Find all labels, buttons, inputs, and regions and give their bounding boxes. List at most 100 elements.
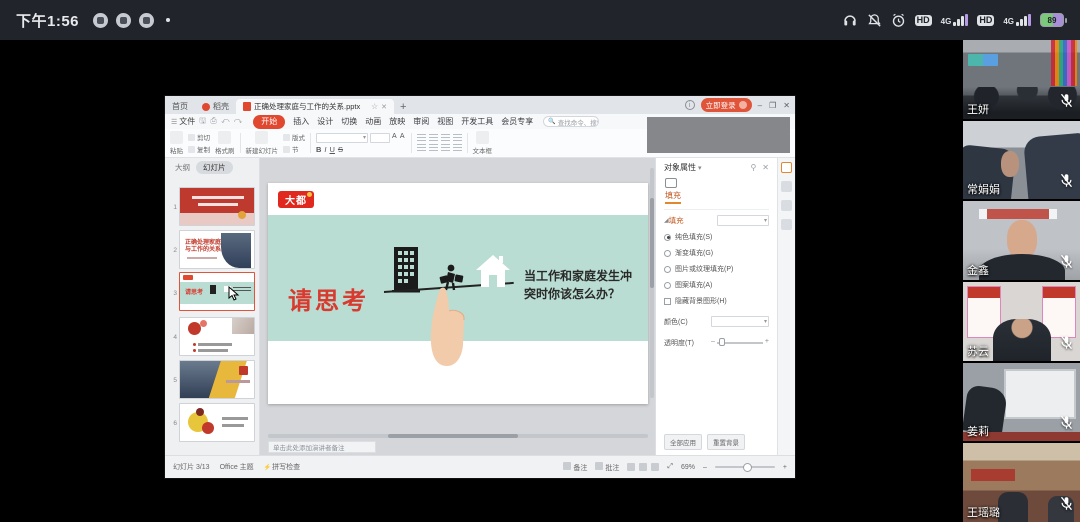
pin-icon[interactable]: ⚲ (750, 163, 756, 172)
fill-preset-dropdown[interactable] (717, 215, 769, 226)
section-button[interactable]: 节 (283, 144, 305, 154)
properties-strip-icon[interactable] (781, 162, 792, 173)
option-picture-fill[interactable]: 图片或纹理填充(P) (664, 264, 769, 274)
font-grow-shrink-buttons[interactable]: A A (392, 133, 406, 143)
tab-outline[interactable]: 大纲 (175, 162, 190, 173)
ribbon-tab-design[interactable]: 设计 (317, 116, 333, 127)
info-icon[interactable]: i (685, 100, 695, 110)
help-strip-icon[interactable] (781, 219, 792, 230)
layout-button[interactable]: 版式 (283, 132, 305, 142)
spell-check-button[interactable]: 拼写检查 (264, 462, 300, 472)
animation-strip-icon[interactable] (781, 181, 792, 192)
ribbon-tab-devtools[interactable]: 开发工具 (461, 116, 493, 127)
fill-tab[interactable]: 填充 (665, 190, 681, 204)
play-slideshow-button[interactable] (651, 463, 659, 471)
theme-name[interactable]: Office 主题 (220, 462, 254, 472)
slide-sorter-view-button[interactable] (639, 463, 647, 471)
italic-button[interactable]: I (324, 145, 326, 154)
participant-video-tile[interactable]: 苏云 (963, 282, 1080, 361)
strikethrough-button[interactable]: S (338, 145, 343, 154)
participant-video-tile[interactable]: 王妍 (963, 40, 1080, 119)
tab-slides[interactable]: 幻灯片 (196, 161, 233, 174)
transparency-slider[interactable]: – + (711, 337, 769, 348)
close-button[interactable]: ✕ (783, 101, 790, 110)
underline-button[interactable]: U (330, 145, 335, 154)
slide-thumbnail-5[interactable] (179, 360, 255, 399)
bold-button[interactable]: B (316, 145, 321, 154)
ribbon-tab-view[interactable]: 视图 (437, 116, 453, 127)
normal-view-button[interactable] (627, 463, 635, 471)
file-menu-button[interactable]: 文件 (171, 116, 195, 127)
text-box-button[interactable]: 文本框 (473, 131, 493, 155)
fit-slide-button[interactable]: ⤢ (667, 463, 673, 471)
comment-strip-icon[interactable] (781, 200, 792, 211)
slide-thumbnail-3-selected[interactable]: 请思考 (179, 272, 255, 311)
option-pattern-fill[interactable]: 图案填充(A) (664, 280, 769, 290)
reset-background-button[interactable]: 重置背景 (707, 434, 745, 450)
horizontal-scrollbar[interactable] (268, 434, 648, 438)
close-tab-icon[interactable] (381, 102, 387, 111)
participant-video-tile[interactable]: 王瑶璐 (963, 443, 1080, 522)
slide-thumbnail-1[interactable] (179, 187, 255, 226)
align-left-button[interactable] (417, 144, 426, 152)
tab-document[interactable]: 正确处理家庭与工作的关系.pptx (236, 99, 394, 114)
option-gradient-fill[interactable]: 渐变填充(G) (664, 248, 769, 258)
line-spacing-button[interactable] (453, 134, 462, 142)
apply-all-button[interactable]: 全部应用 (664, 434, 702, 450)
font-family-select[interactable] (316, 133, 368, 143)
new-slide-button[interactable]: 新建幻灯片 (246, 131, 279, 155)
number-list-button[interactable] (429, 134, 438, 142)
slide-canvas[interactable]: 大都 请思考 (260, 158, 655, 455)
vertical-scrollbar[interactable] (650, 168, 654, 398)
close-panel-icon[interactable]: ✕ (762, 163, 769, 172)
ribbon-tab-start[interactable]: 开始 (253, 115, 285, 129)
maximize-button[interactable]: ❐ (769, 101, 776, 110)
copy-button[interactable]: 复制 (188, 144, 210, 154)
ribbon-tab-slideshow[interactable]: 放映 (389, 116, 405, 127)
zoom-in-button[interactable]: + (783, 464, 787, 471)
font-size-select[interactable] (370, 133, 390, 143)
slide-thumbnail-2[interactable]: 正确处理家庭与工作的关系 (179, 230, 255, 269)
comments-toggle[interactable]: 批注 (595, 462, 619, 473)
current-slide[interactable]: 大都 请思考 (268, 183, 648, 404)
slider-minus[interactable]: – (711, 338, 715, 345)
cut-button[interactable]: 剪切 (188, 132, 210, 142)
minimize-button[interactable]: – (758, 101, 762, 110)
slider-knob[interactable] (719, 338, 725, 346)
slide-thumbnail-4[interactable] (179, 317, 255, 356)
quick-access-toolbar[interactable]: 🖫 ⎙ ↶ ↷ (199, 115, 243, 129)
login-button[interactable]: 立即登录 (701, 98, 752, 112)
new-tab-button[interactable]: + (394, 99, 412, 114)
paste-button[interactable]: 粘贴 (170, 131, 183, 155)
align-center-button[interactable] (429, 144, 438, 152)
tab-docer[interactable]: 稻壳 (195, 99, 236, 114)
favorite-star-icon[interactable] (371, 102, 378, 111)
format-painter-button[interactable]: 格式刷 (215, 131, 235, 155)
zoom-slider[interactable] (715, 466, 775, 468)
participant-video-tile[interactable]: 金鑫 (963, 201, 1080, 280)
speaker-notes-bar[interactable]: 单击此处添加演讲者备注 (268, 441, 376, 453)
color-dropdown[interactable] (711, 316, 769, 327)
justify-button[interactable] (453, 144, 462, 152)
notes-toggle[interactable]: 备注 (563, 462, 587, 473)
command-search-input[interactable]: 查找命令、搜索模板 (543, 116, 599, 127)
bullet-list-button[interactable] (417, 134, 426, 142)
slide-thumbnail-6[interactable] (179, 403, 255, 442)
participant-video-tile[interactable]: 姜莉 (963, 363, 1080, 442)
zoom-out-button[interactable]: – (703, 464, 707, 471)
ribbon-tab-animation[interactable]: 动画 (365, 116, 381, 127)
panel-title[interactable]: 对象属性 (664, 162, 701, 173)
option-hide-background[interactable]: 隐藏背景图形(H) (664, 296, 769, 306)
indent-button[interactable] (441, 134, 450, 142)
slider-plus[interactable]: + (765, 338, 769, 345)
zoom-level[interactable]: 69% (681, 464, 695, 471)
fill-section-header[interactable]: 填充 (669, 215, 684, 226)
scrollbar-thumb[interactable] (650, 198, 654, 288)
ribbon-tab-transition[interactable]: 切换 (341, 116, 357, 127)
ribbon-tab-review[interactable]: 审阅 (413, 116, 429, 127)
participant-video-tile[interactable]: 常娟娟 (963, 121, 1080, 200)
ribbon-tab-insert[interactable]: 插入 (293, 116, 309, 127)
align-right-button[interactable] (441, 144, 450, 152)
ribbon-tab-member[interactable]: 会员专享 (501, 116, 533, 127)
tab-home[interactable]: 首页 (165, 99, 195, 114)
